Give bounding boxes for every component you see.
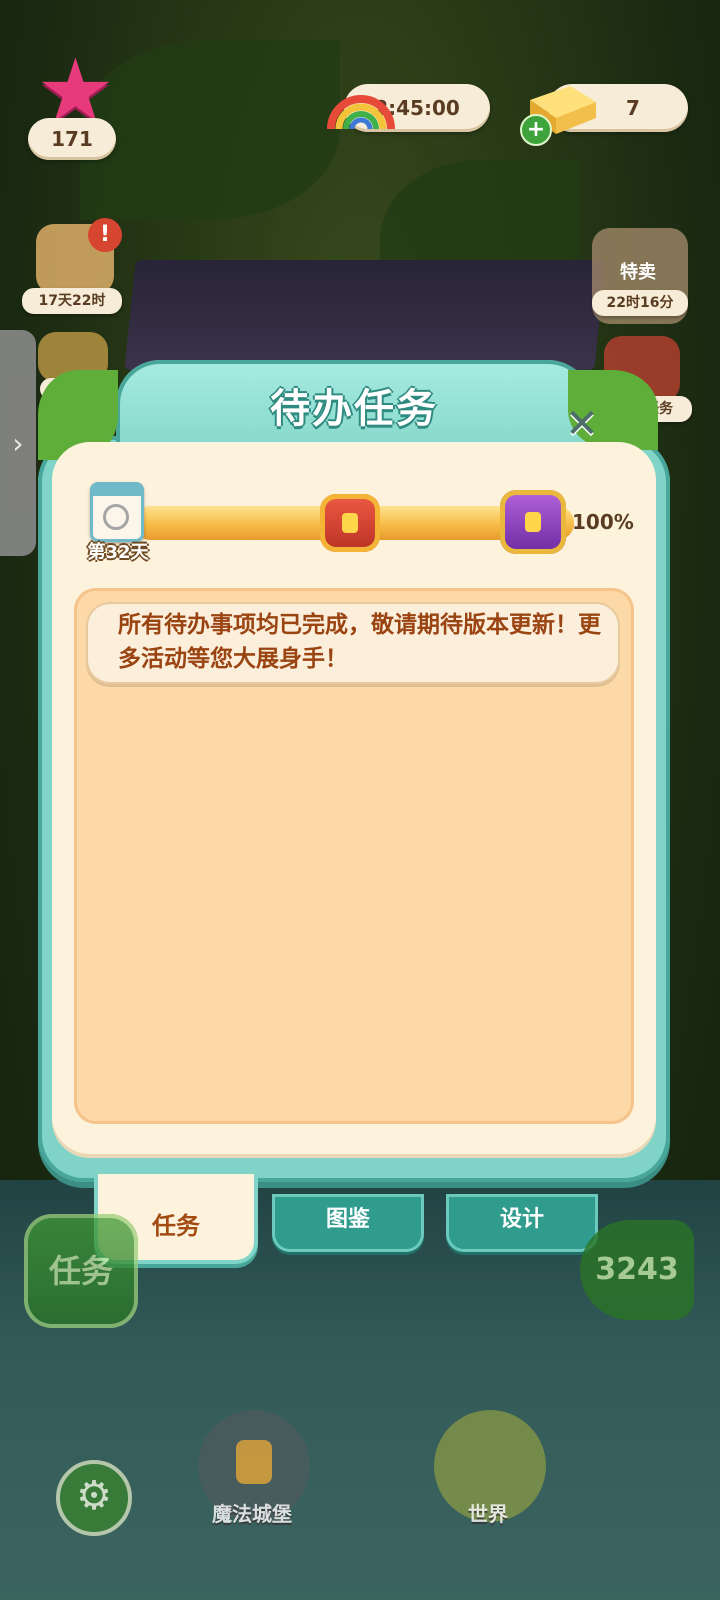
alert-badge: ! (88, 218, 122, 252)
completion-message: 所有待办事项均已完成，敬请期待版本更新！更多活动等您大展身手！ (118, 612, 601, 672)
stars-counter: 171 (28, 118, 116, 160)
close-icon[interactable]: ✕ (562, 404, 602, 444)
rainbow-icon (327, 95, 395, 130)
purple-chest-icon[interactable] (500, 490, 566, 554)
side-drawer-handle[interactable]: › (0, 330, 36, 556)
tab-catalog[interactable]: 图鉴 (272, 1194, 424, 1252)
clock-icon (103, 504, 129, 530)
calendar-icon (90, 482, 144, 542)
tab-design[interactable]: 设计 (446, 1194, 598, 1252)
world-label: 世界 (468, 1502, 508, 1526)
progress-percent: 100% (572, 510, 634, 534)
castle-label: 魔法城堡 (212, 1502, 292, 1526)
red-chest-icon[interactable] (320, 494, 380, 552)
day-label: 第32天 (87, 542, 149, 563)
add-gold-button[interactable]: + (520, 114, 552, 146)
dialog-title: 待办任务 (270, 386, 438, 432)
sale-label: 特卖 (620, 262, 656, 283)
sale-timer: 22时16分 (592, 290, 688, 316)
chevron-right-icon: › (12, 426, 24, 460)
task-button[interactable]: 任务 (24, 1214, 138, 1328)
gear-icon[interactable]: ⚙ (56, 1460, 132, 1536)
todo-dialog: 待办任务 ✕ 第32天 100% 所有待办事项均已完成，敬请期待版本更新！更多活… (38, 360, 670, 1182)
event-timer: 17天22时 (22, 288, 122, 314)
coins-counter[interactable]: 3243 (580, 1220, 694, 1320)
lock-icon (236, 1440, 272, 1484)
